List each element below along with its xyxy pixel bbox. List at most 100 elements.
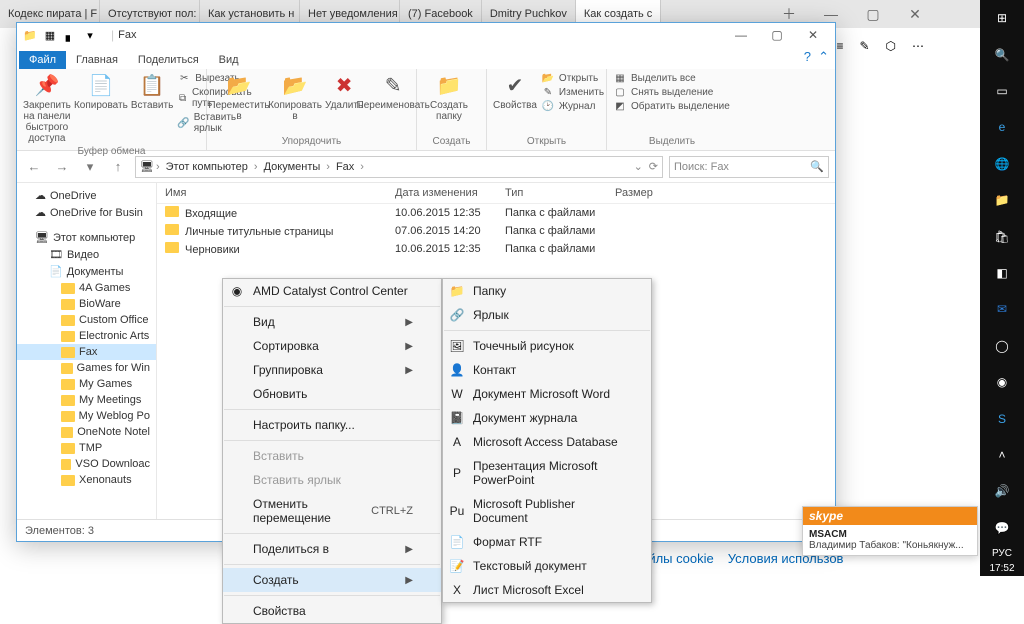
minimize-button[interactable]: —	[723, 24, 759, 46]
search-input[interactable]: Поиск: Fax🔍	[669, 156, 829, 178]
history-button[interactable]: 🕑Журнал	[541, 100, 604, 113]
menu-item[interactable]: 👤Контакт	[443, 358, 651, 382]
menu-item[interactable]: 📄Формат RTF	[443, 530, 651, 554]
maximize-button[interactable]: ▢	[759, 24, 795, 46]
nav-folder[interactable]: My Weblog Po	[17, 408, 156, 424]
paste-button[interactable]: 📋Вставить	[131, 72, 173, 111]
hub-icon[interactable]: ≡	[836, 39, 843, 53]
titlebar[interactable]: 📁 ▦ ▖ ▾ | Fax — ▢ ✕	[17, 23, 835, 47]
ie-icon[interactable]: 🌐	[980, 146, 1024, 182]
open-button[interactable]: 📂Открыть	[541, 72, 604, 85]
dropdown-caret-icon[interactable]: ⌄	[634, 160, 643, 173]
outlook-icon[interactable]: ✉	[980, 291, 1024, 327]
menu-item[interactable]: Группировка▶	[223, 358, 441, 382]
action-center-icon[interactable]: 💬	[980, 510, 1024, 546]
menu-item[interactable]: Обновить	[223, 382, 441, 406]
nav-thispc[interactable]: 🖥Этот компьютер	[17, 229, 156, 246]
help-icon[interactable]: ?	[804, 49, 811, 64]
recent-caret-icon[interactable]: ▾	[79, 156, 101, 178]
breadcrumb-seg[interactable]: Этот компьютер	[162, 161, 252, 173]
menu-item[interactable]: Поделиться в▶	[223, 537, 441, 561]
qat-props-icon[interactable]: ▦	[41, 26, 59, 44]
nav-folder[interactable]: Fax	[17, 344, 156, 360]
menu-item[interactable]: AMicrosoft Access Database	[443, 430, 651, 454]
menu-item[interactable]: WДокумент Microsoft Word	[443, 382, 651, 406]
ribbon-collapse-icon[interactable]: ⌃	[818, 49, 829, 65]
lang-indicator[interactable]: РУС	[992, 546, 1012, 561]
menu-item[interactable]: Настроить папку...	[223, 413, 441, 437]
nav-folder[interactable]: 4A Games	[17, 280, 156, 296]
clock[interactable]: 17:52	[989, 561, 1014, 576]
move-button[interactable]: 📂Переместить в	[213, 72, 265, 122]
app2-icon[interactable]: ◉	[980, 364, 1024, 400]
menu-item[interactable]: 🔗Ярлык	[443, 303, 651, 327]
chrome-icon[interactable]: ◯	[980, 328, 1024, 364]
col-size[interactable]: Размер	[615, 187, 653, 199]
nav-folder[interactable]: Electronic Arts	[17, 328, 156, 344]
table-row[interactable]: Личные титульные страницы07.06.2015 14:2…	[157, 222, 835, 240]
nav-folder[interactable]: VSO Downloac	[17, 456, 156, 472]
col-date[interactable]: Дата изменения	[395, 187, 505, 199]
breadcrumb-seg[interactable]: Fax	[332, 161, 358, 173]
volume-icon[interactable]: 🔊	[980, 473, 1024, 509]
note-icon[interactable]: ✎	[859, 39, 869, 53]
tab-home[interactable]: Главная	[66, 51, 128, 69]
menu-item[interactable]: 🖼Точечный рисунок	[443, 334, 651, 358]
app-icon[interactable]: ◧	[980, 255, 1024, 291]
col-name[interactable]: Имя	[165, 187, 395, 199]
taskview-icon[interactable]: ▭	[980, 73, 1024, 109]
more-icon[interactable]: ⋯	[912, 39, 924, 53]
edge-icon[interactable]: e	[980, 109, 1024, 145]
store-icon[interactable]: 🛍	[980, 218, 1024, 254]
browser-close[interactable]: ✕	[894, 0, 936, 28]
forward-button[interactable]: →	[51, 156, 73, 178]
menu-item[interactable]: Отменить перемещениеCTRL+Z	[223, 492, 441, 530]
tab-view[interactable]: Вид	[209, 51, 249, 69]
copyto-button[interactable]: 📂Копировать в	[269, 72, 321, 122]
back-button[interactable]: ←	[23, 156, 45, 178]
breadcrumb[interactable]: 🖥› Этот компьютер› Документы› Fax› ⌄⟳	[135, 156, 663, 178]
nav-folder[interactable]: Custom Office	[17, 312, 156, 328]
nav-folder[interactable]: OneNote Notel	[17, 424, 156, 440]
nav-documents[interactable]: 📄Документы	[17, 263, 156, 280]
nav-onedrive-biz[interactable]: ☁OneDrive for Busin	[17, 204, 156, 221]
nav-video[interactable]: 🎞Видео	[17, 246, 156, 263]
share-icon[interactable]: ⬡	[886, 39, 896, 53]
qat-caret-icon[interactable]: ▾	[81, 26, 99, 44]
nav-folder[interactable]: My Meetings	[17, 392, 156, 408]
nav-folder[interactable]: Games for Win	[17, 360, 156, 376]
browser-maximize[interactable]: ▢	[852, 0, 894, 28]
start-button[interactable]: ⊞	[980, 0, 1024, 36]
nav-onedrive[interactable]: ☁OneDrive	[17, 187, 156, 204]
tray-caret-icon[interactable]: ˄	[980, 437, 1024, 473]
nav-folder[interactable]: Xenonauts	[17, 472, 156, 488]
menu-item[interactable]: 📝Текстовый документ	[443, 554, 651, 578]
explorer-task-icon[interactable]: 📁	[980, 182, 1024, 218]
breadcrumb-seg[interactable]: Документы	[260, 161, 325, 173]
search-task-icon[interactable]: 🔍	[980, 36, 1024, 72]
menu-item[interactable]: 📓Документ журнала	[443, 406, 651, 430]
menu-item[interactable]: XЛист Microsoft Excel	[443, 578, 651, 602]
nav-folder[interactable]: BioWare	[17, 296, 156, 312]
skype-task-icon[interactable]: S	[980, 400, 1024, 436]
menu-item[interactable]: Вид▶	[223, 310, 441, 334]
table-row[interactable]: Черновики10.06.2015 12:35Папка с файлами	[157, 240, 835, 258]
nav-folder[interactable]: My Games	[17, 376, 156, 392]
props-button[interactable]: ✔Свойства	[493, 72, 537, 111]
pin-button[interactable]: 📌Закрепить на панели быстрого доступа	[23, 72, 71, 144]
menu-item[interactable]: PПрезентация Microsoft PowerPoint	[443, 454, 651, 492]
menu-item[interactable]: PuMicrosoft Publisher Document	[443, 492, 651, 530]
menu-item[interactable]: ◉AMD Catalyst Control Center	[223, 279, 441, 303]
skype-toast[interactable]: skype MSACM Владимир Табаков: "Коньякнуж…	[802, 506, 978, 556]
refresh-icon[interactable]: ⟳	[649, 160, 658, 173]
newfolder-button[interactable]: 📁Создать папку	[423, 72, 475, 122]
nav-folder[interactable]: TMP	[17, 440, 156, 456]
menu-item[interactable]: Сортировка▶	[223, 334, 441, 358]
selectall-button[interactable]: ▦Выделить все	[613, 72, 730, 85]
menu-item[interactable]: 📁Папку	[443, 279, 651, 303]
qat-newfolder-icon[interactable]: ▖	[61, 26, 79, 44]
copy-button[interactable]: 📄Копировать	[75, 72, 127, 111]
invert-button[interactable]: ◩Обратить выделение	[613, 100, 730, 113]
selectnone-button[interactable]: ▢Снять выделение	[613, 86, 730, 99]
rename-button[interactable]: ✎Переименовать	[367, 72, 419, 111]
